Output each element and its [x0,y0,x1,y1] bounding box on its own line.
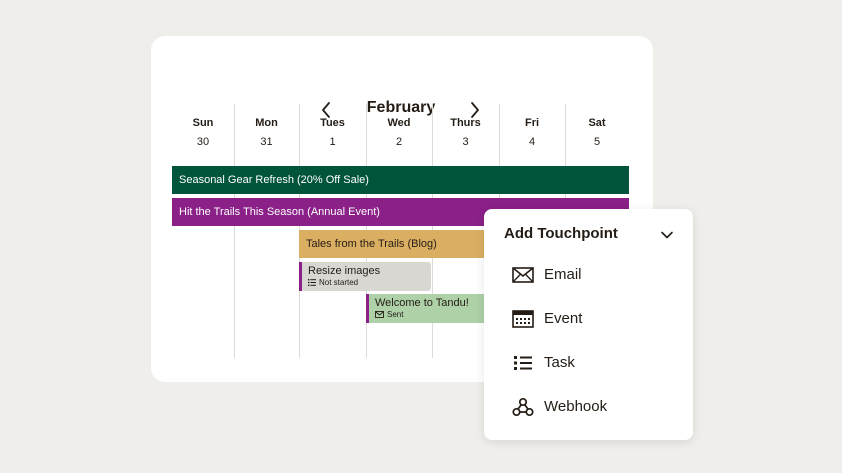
list-icon [308,279,316,286]
menu-item-label: Event [544,310,583,327]
menu-item-task[interactable]: Task [484,345,693,381]
menu-item-email[interactable]: Email [484,257,693,293]
add-touchpoint-toggle[interactable]: Add Touchpoint [484,209,693,255]
task-status-label: Sent [387,310,404,319]
day-name: Thurs [450,117,481,129]
day-name: Sat [588,117,606,129]
add-touchpoint-dropdown: Add Touchpoint Email Event Task Webhook [484,209,693,440]
menu-item-label: Webhook [544,398,608,415]
day-column-sun: Sun 30 [172,104,234,358]
webhook-icon [512,397,534,417]
envelope-icon [375,311,384,318]
day-date: 30 [196,136,210,148]
day-date: 5 [593,136,601,148]
task-chip-welcome-to-tandu[interactable]: Welcome to Tandu! Sent [366,294,492,323]
envelope-icon [512,265,534,285]
day-date: 3 [462,136,469,148]
event-bar-seasonal-gear-refresh[interactable]: Seasonal Gear Refresh (20% Off Sale) [172,166,629,194]
task-status: Not started [308,278,425,287]
day-column-mon: Mon 31 [234,104,299,358]
day-name: Tues [320,117,345,129]
day-date: 2 [395,136,403,148]
task-chip-resize-images[interactable]: Resize images Not started [299,262,431,291]
day-name: Fri [524,117,540,129]
day-name: Wed [387,117,411,129]
menu-item-webhook[interactable]: Webhook [484,389,693,425]
day-name: Mon [255,117,278,129]
list-icon [512,353,534,373]
task-status-label: Not started [319,278,359,287]
day-date: 4 [528,136,536,148]
dropdown-title: Add Touchpoint [504,225,618,242]
day-date: 31 [260,136,273,148]
task-status: Sent [375,310,486,319]
day-date: 1 [329,136,336,148]
menu-item-event[interactable]: Event [484,301,693,337]
menu-item-label: Task [544,354,575,371]
day-name: Sun [192,117,214,129]
event-bar-tales-from-the-trails[interactable]: Tales from the Trails (Blog) [299,230,491,258]
chevron-down-icon [661,231,673,239]
task-title: Resize images [308,265,381,277]
menu-item-label: Email [544,266,582,283]
calendar-icon [512,309,534,329]
task-title: Welcome to Tandu! [375,297,469,309]
